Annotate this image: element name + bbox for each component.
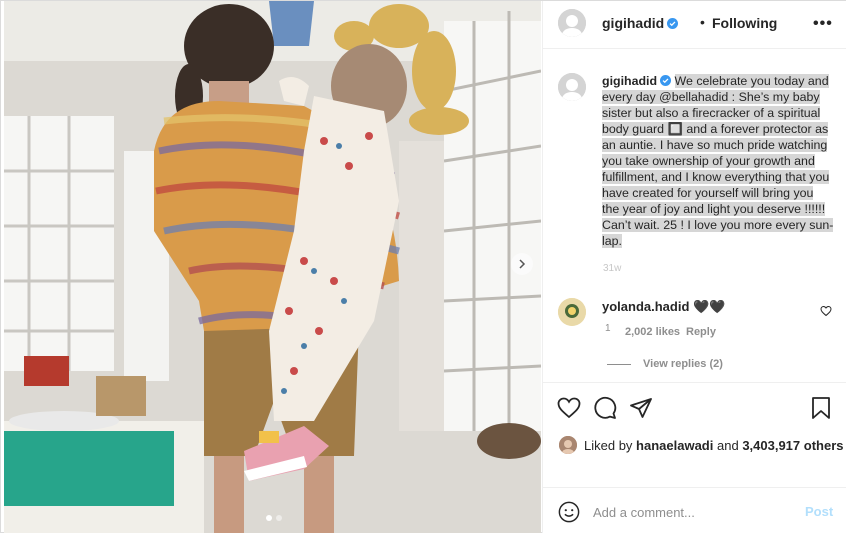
- commenter-username[interactable]: yolanda.hadid: [602, 299, 689, 314]
- comment-likes-count[interactable]: 2,002 likes: [625, 326, 680, 338]
- bookmark-icon[interactable]: [809, 396, 833, 420]
- likes-prefix: Liked by: [584, 437, 633, 453]
- comment-input[interactable]: [593, 500, 793, 524]
- chevron-right-icon: [519, 259, 526, 269]
- likes-and: and: [716, 437, 739, 453]
- carousel-indicator: [266, 515, 282, 521]
- add-comment-bar: Post: [543, 487, 846, 533]
- comment-icon[interactable]: [593, 396, 617, 420]
- share-icon[interactable]: [629, 396, 653, 420]
- caption-author-avatar[interactable]: [558, 73, 586, 101]
- caption-username[interactable]: gigihadid: [602, 74, 657, 88]
- following-button[interactable]: Following: [712, 15, 777, 31]
- liker-avatar[interactable]: [559, 436, 577, 454]
- instagram-post: gigihadid • Following ••• gigihadid We c…: [0, 0, 846, 533]
- carousel-dot-active: [266, 515, 272, 521]
- caption-text: We celebrate you today and every day @be…: [602, 74, 834, 248]
- view-replies-label[interactable]: View replies (2): [643, 358, 723, 370]
- likes-summary: Liked by hanaelawadi and 3,403,917 other…: [559, 436, 844, 454]
- view-replies-divider: [607, 363, 631, 365]
- post-header: gigihadid • Following •••: [543, 1, 846, 49]
- post-photo[interactable]: [4, 1, 541, 533]
- author-username[interactable]: gigihadid: [602, 15, 679, 31]
- post-image: [4, 1, 541, 533]
- carousel-next-button[interactable]: [511, 253, 533, 275]
- comment-timestamp: 1: [605, 323, 611, 334]
- caption-timestamp: 31w: [603, 263, 622, 274]
- verified-badge-icon: [660, 75, 672, 86]
- post-actions: Liked by hanaelawadi and 3,403,917 other…: [543, 382, 846, 482]
- comment-item: yolanda.hadid 🖤🖤 1 2,002 likes Reply: [543, 296, 846, 346]
- heart-icon[interactable]: [557, 396, 581, 420]
- comment-body: yolanda.hadid 🖤🖤: [602, 299, 725, 315]
- view-replies-button[interactable]: View replies (2): [607, 358, 723, 370]
- verified-badge-icon: [667, 18, 679, 29]
- comment-text: 🖤🖤: [693, 299, 726, 314]
- header-separator: •: [700, 14, 705, 30]
- author-avatar[interactable]: [558, 9, 586, 37]
- comment-like-heart-icon[interactable]: [820, 305, 832, 317]
- post-side-panel: gigihadid • Following ••• gigihadid We c…: [542, 1, 846, 533]
- post-comment-button[interactable]: Post: [805, 504, 833, 519]
- caption-text-block: gigihadid We celebrate you today and eve…: [602, 73, 834, 249]
- emoji-icon[interactable]: [558, 501, 580, 523]
- liker-username[interactable]: hanaelawadi: [636, 438, 713, 453]
- more-options-icon[interactable]: •••: [813, 15, 833, 33]
- comment-reply-button[interactable]: Reply: [686, 326, 716, 338]
- author-username-text[interactable]: gigihadid: [602, 15, 664, 31]
- carousel-dot: [276, 515, 282, 521]
- likes-count[interactable]: 3,403,917 others: [742, 438, 843, 453]
- commenter-avatar[interactable]: [558, 298, 586, 326]
